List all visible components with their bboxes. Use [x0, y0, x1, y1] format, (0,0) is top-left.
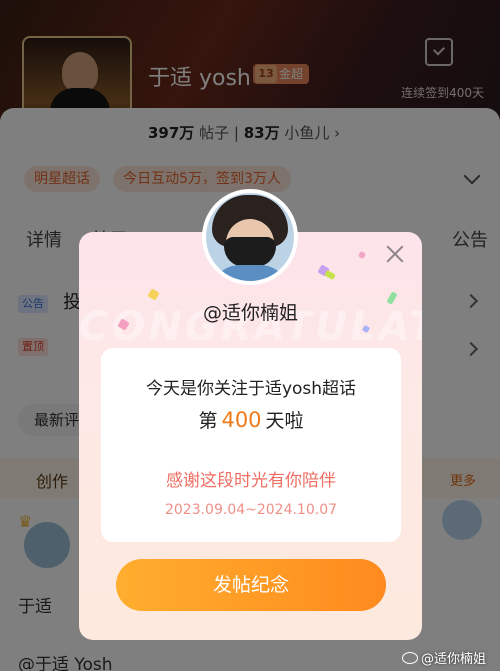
- date-range: 2023.09.04~2024.10.07: [164, 502, 338, 518]
- close-icon[interactable]: [384, 243, 406, 265]
- anniversary-card: 今天是你关注于适yosh超话 第 400 天啦 感谢这段时光有你陪伴 2023.09…: [101, 348, 401, 542]
- confetti-icon: [324, 269, 336, 281]
- anniversary-dialog: CONGRATULATE @适你楠姐 今天是你关注于适yosh超话 第400天啦…: [79, 232, 422, 640]
- user-avatar: [202, 189, 298, 285]
- day-count-line: 第 400 天啦: [198, 408, 304, 432]
- weibo-logo-icon: [401, 652, 418, 664]
- day-count: 400: [221, 408, 262, 432]
- thanks-message: 感谢这段时光有你陪伴: [166, 471, 336, 491]
- weibo-watermark: @适你楠姐: [401, 648, 486, 667]
- dialog-username: @适你楠姐: [202, 302, 298, 324]
- post-commemoration-button[interactable]: 发帖纪念: [116, 559, 386, 611]
- confetti-icon: [357, 250, 367, 260]
- follow-statement: 今天是你关注于适yosh超话: [145, 379, 357, 399]
